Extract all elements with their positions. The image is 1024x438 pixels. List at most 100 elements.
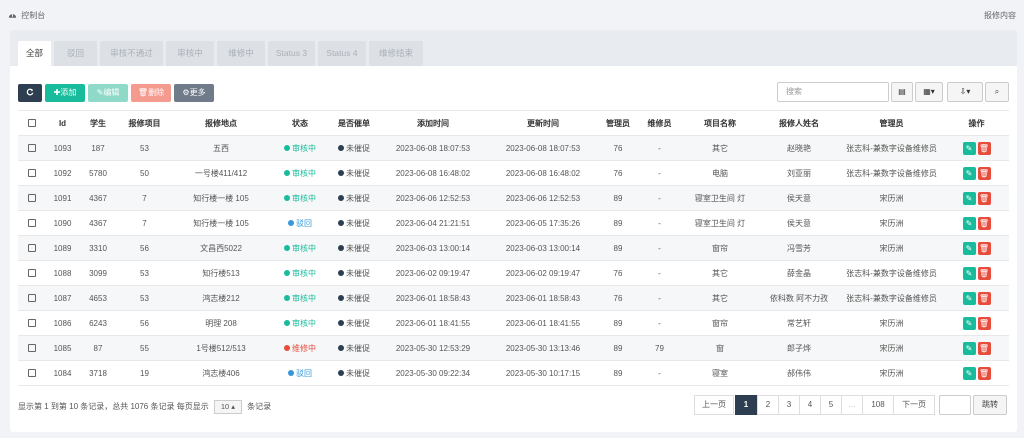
row-checkbox[interactable] — [28, 294, 36, 303]
status-dot-icon — [284, 319, 290, 326]
table-row[interactable]: 1090 4367 7 知行楼一楼 105 驳回 未催促 2023-06-04 21:21:… — [18, 210, 1009, 236]
cell-admin-name: 宋历洲 — [839, 235, 944, 261]
column-header[interactable]: 更新时间 — [488, 110, 598, 136]
cell-id: 1089 — [46, 235, 79, 261]
row-edit-icon[interactable]: ✎ — [962, 166, 976, 180]
row-delete-icon[interactable]: 🗑 — [977, 141, 991, 155]
delete-button[interactable]: 🗑删除 — [131, 84, 171, 102]
tab-status-4[interactable]: Status 4 — [318, 41, 366, 66]
tab-rejected[interactable]: 驳回 — [54, 41, 97, 66]
column-header[interactable]: 管理员 — [839, 110, 944, 136]
tab-repair-finished[interactable]: 维修结束 — [369, 41, 423, 66]
urge-label: 未催促 — [346, 143, 370, 153]
page-button[interactable]: 5 — [820, 395, 842, 415]
more-button[interactable]: ⚙更多 — [174, 84, 214, 102]
row-edit-icon[interactable]: ✎ — [962, 266, 976, 280]
row-checkbox[interactable] — [28, 369, 36, 378]
jump-page-input[interactable] — [939, 395, 971, 415]
cell-urge: 未催促 — [330, 360, 378, 386]
row-checkbox[interactable] — [28, 344, 36, 353]
page-button[interactable]: 108 — [862, 395, 894, 415]
page-size-select[interactable]: 10 ▴ — [213, 400, 242, 414]
column-header[interactable]: Id — [46, 110, 79, 136]
page-button[interactable]: 2 — [757, 395, 779, 415]
table-row[interactable]: 1092 5780 50 一号楼411/412 审核中 未催促 2023-06-08 16:… — [18, 160, 1009, 186]
row-edit-icon[interactable]: ✎ — [962, 241, 976, 255]
toggle-view-button[interactable]: ▤ — [891, 82, 913, 102]
cell-item: 56 — [117, 310, 172, 336]
row-delete-icon[interactable]: 🗑 — [977, 316, 991, 330]
tab-status-3[interactable]: Status 3 — [268, 41, 315, 66]
column-header[interactable]: 是否催单 — [330, 110, 378, 136]
breadcrumb[interactable]: 控制台 — [8, 10, 45, 21]
row-checkbox[interactable] — [28, 194, 36, 203]
column-header[interactable]: 项目名称 — [681, 110, 759, 136]
column-header[interactable]: 状态 — [270, 110, 330, 136]
table-row[interactable]: 1089 3310 56 文昌西5022 审核中 未催促 2023-06-03 13:00:… — [18, 235, 1009, 261]
table-row[interactable]: 1085 87 55 1号楼512/513 维修中 未催促 2023-05-30 12:53… — [18, 335, 1009, 361]
next-page-button[interactable]: 下一页 — [893, 395, 935, 415]
jump-button[interactable]: 跳转 — [973, 395, 1007, 415]
row-edit-icon[interactable]: ✎ — [962, 366, 976, 380]
row-delete-icon[interactable]: 🗑 — [977, 341, 991, 355]
column-header[interactable]: 学生 — [79, 110, 117, 136]
cell-item: 50 — [117, 160, 172, 186]
row-checkbox[interactable] — [28, 244, 36, 253]
row-edit-icon[interactable]: ✎ — [962, 141, 976, 155]
page-button[interactable]: 4 — [799, 395, 821, 415]
tab-all[interactable]: 全部 — [18, 41, 51, 66]
row-checkbox[interactable] — [28, 319, 36, 328]
row-edit-icon[interactable]: ✎ — [962, 291, 976, 305]
row-delete-icon[interactable]: 🗑 — [977, 166, 991, 180]
column-header[interactable]: 报修项目 — [117, 110, 172, 136]
page-button[interactable]: 1 — [735, 395, 757, 415]
column-header[interactable]: 报修人姓名 — [759, 110, 839, 136]
row-delete-icon[interactable]: 🗑 — [977, 191, 991, 205]
row-checkbox[interactable] — [28, 144, 36, 153]
row-delete-icon[interactable]: 🗑 — [977, 291, 991, 305]
urge-dot-icon — [338, 344, 344, 351]
row-checkbox[interactable] — [28, 269, 36, 278]
page-button[interactable]: 3 — [778, 395, 800, 415]
cell-admin: 89 — [598, 210, 638, 236]
row-checkbox[interactable] — [28, 169, 36, 178]
row-delete-icon[interactable]: 🗑 — [977, 216, 991, 230]
tab-review-failed[interactable]: 审核不通过 — [100, 41, 163, 66]
row-edit-icon[interactable]: ✎ — [962, 341, 976, 355]
tab-repairing[interactable]: 维修中 — [217, 41, 265, 66]
column-header[interactable]: 管理员 — [598, 110, 638, 136]
cell-updated: 2023-05-30 13:13:46 — [488, 335, 598, 361]
edit-button[interactable]: ✎编辑 — [88, 84, 128, 102]
row-checkbox[interactable] — [28, 219, 36, 228]
row-edit-icon[interactable]: ✎ — [962, 191, 976, 205]
add-button[interactable]: ✚添加 — [45, 84, 85, 102]
search-input[interactable]: 搜索 — [777, 82, 889, 102]
column-header[interactable]: 添加时间 — [378, 110, 488, 136]
table-row[interactable]: 1091 4367 7 知行楼一楼 105 审核中 未催促 2023-06-06 12:52… — [18, 185, 1009, 211]
row-edit-icon[interactable]: ✎ — [962, 316, 976, 330]
prev-page-button[interactable]: 上一页 — [694, 395, 734, 415]
cell-urge: 未催促 — [330, 335, 378, 361]
refresh-button[interactable] — [18, 84, 42, 102]
search-button[interactable]: ⌕ — [985, 82, 1009, 102]
column-header[interactable]: 维修员 — [638, 110, 681, 136]
cell-item: 7 — [117, 210, 172, 236]
cell-created: 2023-05-30 09:22:34 — [378, 360, 488, 386]
table-row[interactable]: 1086 6243 56 明理 208 审核中 未催促 2023-06-01 18:41:5… — [18, 310, 1009, 336]
select-all-checkbox[interactable] — [28, 119, 36, 128]
column-header[interactable]: 报修地点 — [172, 110, 270, 136]
row-delete-icon[interactable]: 🗑 — [977, 266, 991, 280]
export-button[interactable]: ⇩▾ — [947, 82, 983, 102]
row-delete-icon[interactable]: 🗑 — [977, 241, 991, 255]
columns-button[interactable]: ▦▾ — [915, 82, 943, 102]
tab-reviewing[interactable]: 审核中 — [166, 41, 214, 66]
table-row[interactable]: 1088 3099 53 知行楼513 审核中 未催促 2023-06-02 09:19:4… — [18, 260, 1009, 286]
row-edit-icon[interactable]: ✎ — [962, 216, 976, 230]
status-label: 审核中 — [292, 143, 316, 153]
table-row[interactable]: 1087 4653 53 鸿志楼212 审核中 未催促 2023-06-01 18:58:4… — [18, 285, 1009, 311]
row-delete-icon[interactable]: 🗑 — [977, 366, 991, 380]
table-row[interactable]: 1093 187 53 五西 审核中 未催促 2023-06-08 18:07:53 2023… — [18, 135, 1009, 161]
urge-label: 未催促 — [346, 243, 370, 253]
table-row[interactable]: 1084 3718 19 鸿志楼406 驳回 未催促 2023-05-30 09:22:34… — [18, 360, 1009, 386]
urge-label: 未催促 — [346, 268, 370, 278]
